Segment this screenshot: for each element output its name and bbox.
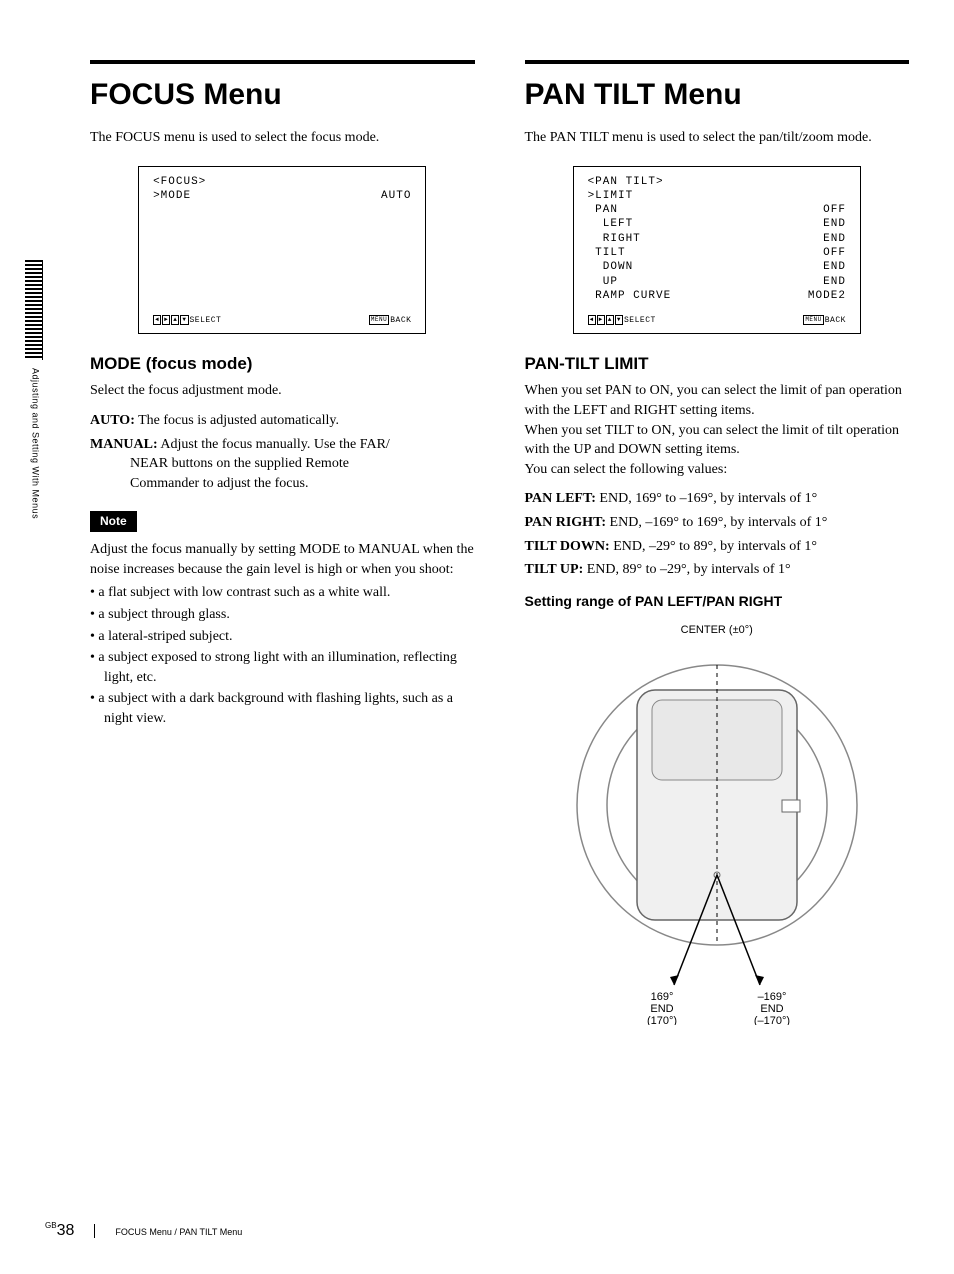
- list-item: a subject through glass.: [90, 605, 475, 625]
- osd-left-row: LEFTEND: [588, 217, 846, 231]
- list-item: a subject with a dark background with fl…: [90, 689, 475, 728]
- diag-left-paren: (170°): [647, 1015, 677, 1025]
- gb-prefix: GB: [45, 1221, 57, 1230]
- side-tab-label: Adjusting and Setting With Menus: [29, 368, 42, 519]
- focus-intro: The FOCUS menu is used to select the foc…: [90, 128, 475, 148]
- page-footer: GB38 FOCUS Menu / PAN TILT Menu: [45, 1220, 242, 1242]
- pan-range-diagram: CENTER (±0°) 169° END (170°) –169° END (…: [525, 623, 910, 1024]
- focus-menu-title: FOCUS Menu: [90, 74, 475, 116]
- manual-label: MANUAL:: [90, 437, 158, 452]
- osd-mode-label: >MODE: [153, 189, 191, 203]
- osd-ramp-row: RAMP CURVEMODE2: [588, 289, 846, 303]
- heading-rule: [525, 60, 910, 64]
- pantilt-intro: The PAN TILT menu is used to select the …: [525, 128, 910, 148]
- pan-left-def: PAN LEFT: END, 169° to –169°, by interva…: [525, 489, 910, 509]
- osd-footer: ◄►▲▼SELECT MENUBACK: [153, 315, 411, 326]
- osd-header: <FOCUS>: [153, 175, 411, 189]
- osd-mode-row: >MODE AUTO: [153, 189, 411, 203]
- diag-right-paren: (–170°): [754, 1015, 790, 1025]
- auto-label: AUTO:: [90, 413, 135, 428]
- auto-definition: AUTO: The focus is adjusted automaticall…: [90, 411, 475, 431]
- osd-select-hint: ◄►▲▼SELECT: [588, 315, 656, 326]
- pantilt-limit-heading: PAN-TILT LIMIT: [525, 352, 910, 376]
- diag-left-end: END: [650, 1003, 673, 1015]
- side-section-tab: Adjusting and Setting With Menus: [25, 260, 45, 519]
- manual-text: Adjust the focus manually. Use the FAR/: [158, 437, 390, 452]
- footer-trail: FOCUS Menu / PAN TILT Menu: [115, 1226, 242, 1239]
- two-column-layout: FOCUS Menu The FOCUS menu is used to sel…: [90, 60, 909, 1025]
- osd-up-row: UPEND: [588, 275, 846, 289]
- diagram-center-label: CENTER (±0°): [525, 623, 910, 638]
- diag-right-end: END: [760, 1003, 783, 1015]
- manual-cont1: NEAR buttons on the supplied Remote: [130, 454, 475, 474]
- note-badge: Note: [90, 511, 137, 532]
- pantilt-p1: When you set PAN to ON, you can select t…: [525, 381, 910, 420]
- pantilt-osd-screen: <PAN TILT> >LIMIT PANOFF LEFTEND RIGHTEN…: [573, 166, 861, 334]
- side-tab-bar-graphic: [25, 260, 43, 360]
- osd-select-hint: ◄►▲▼SELECT: [153, 315, 221, 326]
- diag-left-deg: 169°: [650, 991, 673, 1003]
- osd-footer: ◄►▲▼SELECT MENUBACK: [588, 315, 846, 326]
- diag-right-deg: –169°: [757, 991, 786, 1003]
- osd-tilt-row: TILTOFF: [588, 246, 846, 260]
- pan-right-def: PAN RIGHT: END, –169° to 169°, by interv…: [525, 513, 910, 533]
- tilt-up-def: TILT UP: END, 89° to –29°, by intervals …: [525, 560, 910, 580]
- osd-down-row: DOWNEND: [588, 260, 846, 274]
- focus-osd-screen: <FOCUS> >MODE AUTO ◄►▲▼SELECT MENUBACK: [138, 166, 426, 334]
- osd-header: <PAN TILT>: [588, 175, 846, 189]
- auto-text: The focus is adjusted automatically.: [135, 413, 339, 428]
- right-column: PAN TILT Menu The PAN TILT menu is used …: [525, 60, 910, 1025]
- list-item: a flat subject with low contrast such as…: [90, 583, 475, 603]
- osd-back-hint: MENUBACK: [803, 315, 846, 326]
- osd-mode-value: AUTO: [381, 189, 411, 203]
- mode-desc: Select the focus adjustment mode.: [90, 381, 475, 401]
- footer-separator: [94, 1224, 95, 1238]
- pantilt-menu-title: PAN TILT Menu: [525, 74, 910, 116]
- manual-cont2: Commander to adjust the focus.: [130, 474, 475, 494]
- osd-limit-row: >LIMIT: [588, 189, 846, 203]
- osd-back-hint: MENUBACK: [369, 315, 412, 326]
- note-bullet-list: a flat subject with low contrast such as…: [90, 583, 475, 728]
- heading-rule: [90, 60, 475, 64]
- tilt-down-def: TILT DOWN: END, –29° to 89°, by interval…: [525, 537, 910, 557]
- page-number-group: GB38: [45, 1220, 74, 1242]
- pantilt-p3: You can select the following values:: [525, 460, 910, 480]
- camera-top-diagram-svg: 169° END (170°) –169° END (–170°): [567, 645, 867, 1025]
- list-item: a lateral-striped subject.: [90, 627, 475, 647]
- list-item: a subject exposed to strong light with a…: [90, 648, 475, 687]
- page-number: 38: [57, 1222, 75, 1239]
- osd-right-row: RIGHTEND: [588, 232, 846, 246]
- manual-definition: MANUAL: Adjust the focus manually. Use t…: [90, 435, 475, 494]
- osd-pan-row: PANOFF: [588, 203, 846, 217]
- mode-heading: MODE (focus mode): [90, 352, 475, 376]
- pantilt-p2: When you set TILT to ON, you can select …: [525, 421, 910, 460]
- note-intro: Adjust the focus manually by setting MOD…: [90, 540, 475, 579]
- setting-range-heading: Setting range of PAN LEFT/PAN RIGHT: [525, 592, 910, 612]
- left-column: FOCUS Menu The FOCUS menu is used to sel…: [90, 60, 475, 1025]
